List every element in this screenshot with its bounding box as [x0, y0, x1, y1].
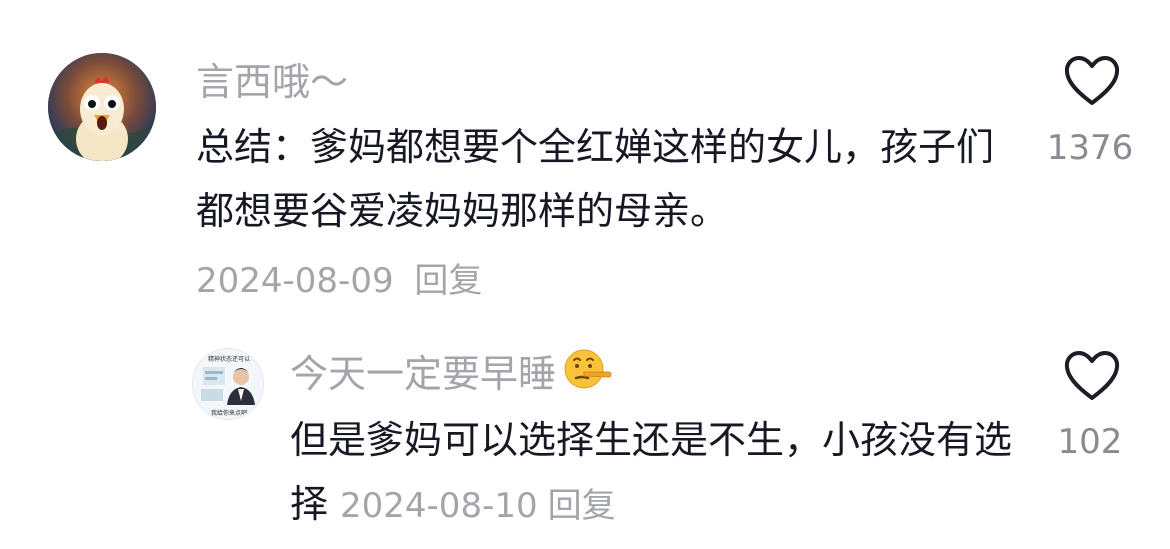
heart-icon[interactable] [1063, 55, 1121, 111]
like-count: 1376 [1046, 128, 1134, 168]
comment-username[interactable]: 今天一定要早睡 [290, 349, 612, 400]
person-photo-avatar-icon: 精神状态还可以 我给你来点吧 [193, 349, 263, 419]
comment-date: 2024-08-09 [196, 261, 394, 301]
comment-username-text[interactable]: 今天一定要早睡 [290, 352, 556, 396]
screaming-chicken-avatar-icon [48, 53, 156, 161]
comment-date: 2024-08-10 [340, 486, 538, 526]
comment-meta: 2024-08-09 回复 [196, 256, 482, 306]
reply-button[interactable]: 回复 [548, 486, 616, 526]
reply-button[interactable]: 回复 [414, 261, 482, 301]
comment-text: 但是爹妈可以选择生还是不生，小孩没有选择 2024-08-10 回复 [290, 408, 1020, 538]
like-count: 102 [1057, 422, 1123, 462]
comment-username[interactable]: 言西哦～ [196, 58, 348, 106]
comment-text: 总结：爹妈都想要个全红婵这样的女儿，孩子们都想要谷爱凌妈妈那样的母亲。 [196, 125, 995, 233]
lying-face-emoji-icon [562, 345, 612, 400]
heart-icon[interactable] [1063, 350, 1121, 406]
avatar-caption-bottom: 我给你来点吧 [211, 409, 247, 417]
avatar-caption-top: 精神状态还可以 [208, 355, 250, 363]
comment-meta: 2024-08-10 回复 [340, 486, 616, 526]
user-avatar[interactable] [48, 53, 156, 161]
user-avatar[interactable]: 精神状态还可以 我给你来点吧 [192, 348, 264, 420]
